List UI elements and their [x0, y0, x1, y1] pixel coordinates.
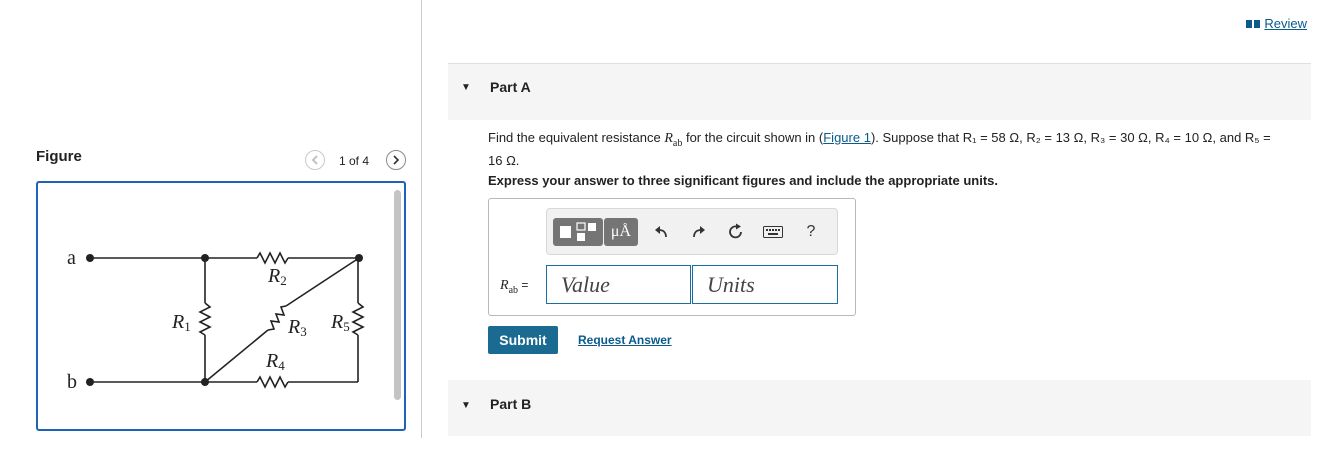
part-b-label: Part B — [490, 396, 532, 412]
figure-page-count: 1 of 4 — [339, 154, 370, 168]
chevron-right-icon — [393, 155, 400, 165]
figure-scrollbar[interactable] — [394, 190, 401, 400]
part-a-label: Part A — [490, 79, 531, 95]
redo-button[interactable] — [685, 209, 713, 254]
r3-label: R3 — [288, 316, 307, 339]
units-symbol-button[interactable]: μÅ — [604, 218, 638, 246]
reset-icon — [729, 223, 742, 238]
request-answer-link[interactable]: Request Answer — [578, 333, 672, 347]
keyboard-icon — [763, 225, 783, 238]
rab-symbol: Rab — [664, 131, 683, 149]
node-b-label: b — [67, 371, 77, 393]
units-input[interactable] — [692, 265, 838, 304]
submit-button[interactable]: Submit — [488, 326, 558, 354]
fraction-template-icon — [560, 222, 596, 241]
book-icon — [1246, 19, 1261, 28]
math-toolbar: μÅ ? — [546, 208, 838, 255]
r4-label: R4 — [266, 350, 285, 373]
chevron-left-icon — [311, 155, 318, 165]
next-figure-button[interactable] — [386, 150, 406, 170]
figure-title: Figure — [36, 148, 82, 165]
help-button[interactable]: ? — [799, 209, 823, 254]
caret-down-icon: ▼ — [461, 400, 471, 411]
answer-label: Rab = — [500, 278, 529, 296]
previous-figure-button[interactable] — [305, 150, 325, 170]
part-a-header[interactable]: ▼ Part A — [448, 63, 1311, 120]
templates-button[interactable] — [553, 218, 603, 246]
figure-viewer: a b R1 R2 R3 R4 R5 — [36, 181, 406, 431]
question-text: Find the equivalent resistance Rab for t… — [488, 130, 1271, 168]
r2-label: R2 — [268, 265, 287, 288]
undo-button[interactable] — [647, 209, 675, 254]
part-b-header[interactable]: ▼ Part B — [448, 380, 1311, 436]
caret-down-icon: ▼ — [461, 82, 471, 93]
reset-button[interactable] — [722, 209, 750, 254]
instruction-text: Express your answer to three significant… — [488, 173, 998, 188]
r5-label: R5 — [331, 311, 350, 334]
review-link[interactable]: Review — [1246, 16, 1307, 31]
node-a-label: a — [67, 247, 76, 269]
redo-icon — [693, 225, 705, 237]
keyboard-button[interactable] — [757, 209, 789, 254]
review-label: Review — [1264, 16, 1307, 31]
r1-label: R1 — [172, 311, 191, 334]
panel-divider — [421, 0, 422, 438]
figure-1-link[interactable]: Figure 1 — [823, 130, 871, 145]
value-input[interactable] — [546, 265, 691, 304]
circuit-diagram — [86, 251, 365, 389]
undo-icon — [655, 225, 667, 237]
